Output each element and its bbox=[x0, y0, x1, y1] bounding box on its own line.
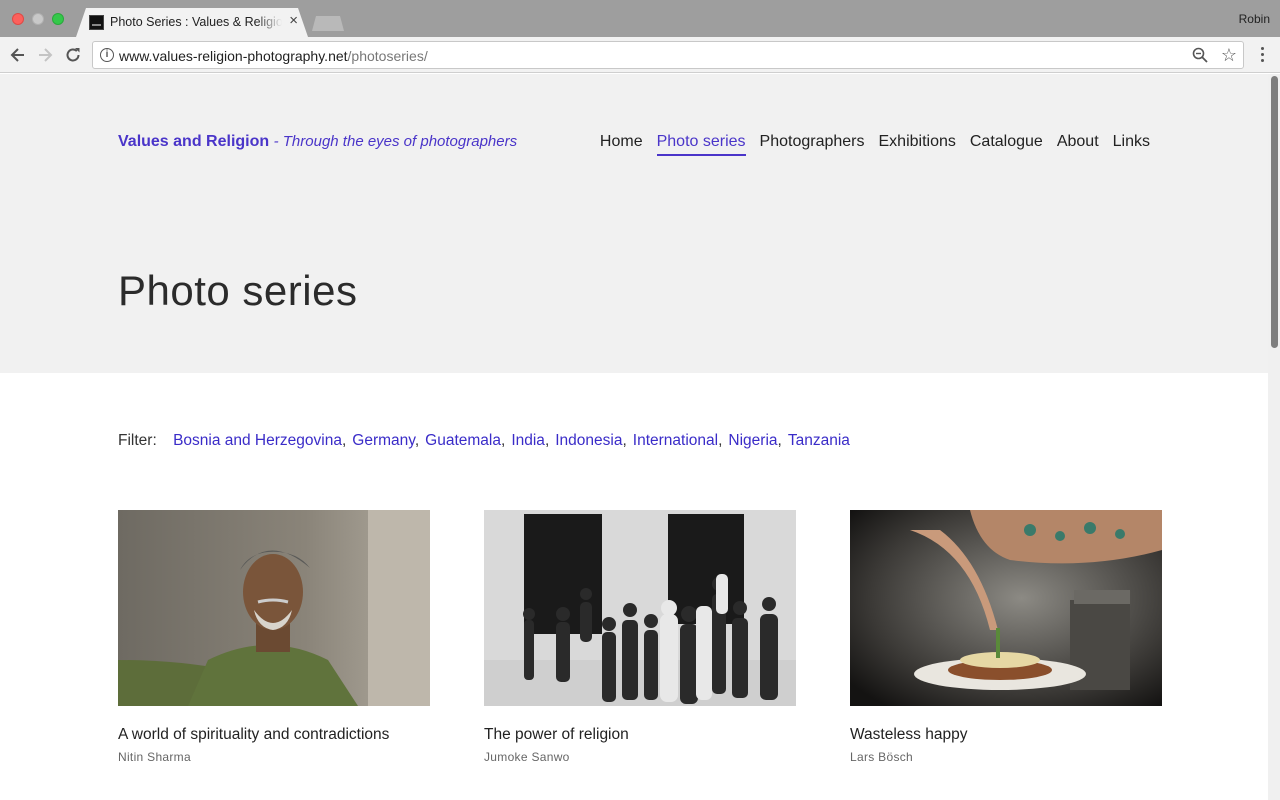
filter-link-germany[interactable]: Germany bbox=[352, 432, 415, 449]
profile-name[interactable]: Robin bbox=[1239, 12, 1270, 26]
forward-arrow-icon[interactable] bbox=[35, 45, 55, 65]
url-text[interactable]: www.values-religion-photography.net/phot… bbox=[119, 48, 428, 64]
url-host: www.values-religion-photography.net bbox=[119, 48, 348, 64]
series-author[interactable]: Jumoke Sanwo bbox=[484, 750, 796, 764]
filter-separator: , bbox=[501, 432, 506, 449]
filter-separator: , bbox=[622, 432, 627, 449]
filter-link-international[interactable]: International bbox=[633, 432, 718, 449]
reload-icon[interactable] bbox=[63, 45, 83, 65]
filter-separator: , bbox=[544, 432, 550, 449]
photo-series-grid: A world of spirituality and contradictio… bbox=[118, 510, 1162, 770]
address-bar[interactable]: i www.values-religion-photography.net/ph… bbox=[92, 41, 1244, 69]
bookmark-star-icon[interactable]: ☆ bbox=[1221, 44, 1237, 66]
maximize-window-button[interactable] bbox=[52, 13, 64, 25]
series-card[interactable]: Wasteless happy Lars Bösch bbox=[850, 510, 1162, 764]
series-photo-portrait[interactable] bbox=[118, 510, 430, 706]
filter-separator: , bbox=[777, 432, 782, 449]
nav-link-photographers[interactable]: Photographers bbox=[760, 133, 865, 156]
filter-link-india[interactable]: India bbox=[511, 432, 545, 449]
filter-link-nigeria[interactable]: Nigeria bbox=[728, 432, 777, 449]
filter-link-indonesia[interactable]: Indonesia bbox=[555, 432, 622, 449]
brand-tagline: - Through the eyes of photographers bbox=[273, 133, 518, 150]
page-title: Photo series bbox=[118, 267, 358, 314]
url-path: /photoseries/ bbox=[347, 48, 428, 64]
scrollbar-thumb[interactable] bbox=[1271, 76, 1278, 348]
back-arrow-icon[interactable] bbox=[8, 45, 28, 65]
browser-menu-icon[interactable] bbox=[1254, 45, 1270, 65]
series-title[interactable]: The power of religion bbox=[484, 726, 796, 744]
filter-label: Filter: bbox=[118, 432, 157, 449]
series-card[interactable]: A world of spirituality and contradictio… bbox=[118, 510, 430, 764]
close-window-button[interactable] bbox=[12, 13, 24, 25]
brand-name: Values and Religion bbox=[118, 133, 270, 150]
nav-link-exhibitions[interactable]: Exhibitions bbox=[879, 133, 956, 156]
new-tab-button[interactable] bbox=[312, 16, 344, 31]
series-card[interactable]: The power of religion Jumoke Sanwo bbox=[484, 510, 796, 764]
tab-close-icon[interactable]: × bbox=[289, 13, 298, 29]
filter-link-bosnia-and-herzegovina[interactable]: Bosnia and Herzegovina bbox=[173, 432, 342, 449]
filter-separator: , bbox=[414, 432, 420, 449]
filter-link-tanzania[interactable]: Tanzania bbox=[788, 432, 850, 449]
page-scrollbar[interactable] bbox=[1268, 74, 1280, 800]
nav-link-about[interactable]: About bbox=[1057, 133, 1099, 156]
filter-bar: Filter: Bosnia and Herzegovina, Germany, G… bbox=[118, 432, 850, 450]
main-nav: Home Photo series Photographers Exhibitions… bbox=[600, 133, 1150, 156]
site-favicon-icon bbox=[89, 15, 104, 30]
series-title[interactable]: Wasteless happy bbox=[850, 726, 1162, 744]
browser-tab-bar: Photo Series : Values & Religion × Robin bbox=[0, 0, 1280, 37]
zoom-icon[interactable] bbox=[1191, 46, 1209, 64]
filter-separator: , bbox=[718, 432, 723, 449]
nav-link-catalogue[interactable]: Catalogue bbox=[970, 133, 1043, 156]
browser-tab-active[interactable]: Photo Series : Values & Religion × bbox=[76, 8, 308, 37]
series-photo-children[interactable] bbox=[484, 510, 796, 706]
nav-link-links[interactable]: Links bbox=[1113, 133, 1150, 156]
series-title[interactable]: A world of spirituality and contradictio… bbox=[118, 726, 430, 744]
filter-separator: , bbox=[341, 432, 347, 449]
minimize-window-button[interactable] bbox=[32, 13, 44, 25]
info-icon[interactable]: i bbox=[100, 48, 114, 62]
series-author[interactable]: Lars Bösch bbox=[850, 750, 1162, 764]
series-author[interactable]: Nitin Sharma bbox=[118, 750, 430, 764]
filter-link-guatemala[interactable]: Guatemala bbox=[425, 432, 501, 449]
nav-link-home[interactable]: Home bbox=[600, 133, 643, 156]
site-brand[interactable]: Values and Religion - Through the eyes o… bbox=[118, 133, 517, 151]
nav-link-photo-series[interactable]: Photo series bbox=[656, 133, 746, 156]
page-header: Values and Religion - Through the eyes o… bbox=[0, 74, 1268, 373]
browser-toolbar: i www.values-religion-photography.net/ph… bbox=[0, 37, 1280, 73]
series-photo-food[interactable] bbox=[850, 510, 1162, 706]
page-viewport: Values and Religion - Through the eyes o… bbox=[0, 74, 1280, 800]
tab-title: Photo Series : Values & Religion bbox=[110, 15, 282, 29]
